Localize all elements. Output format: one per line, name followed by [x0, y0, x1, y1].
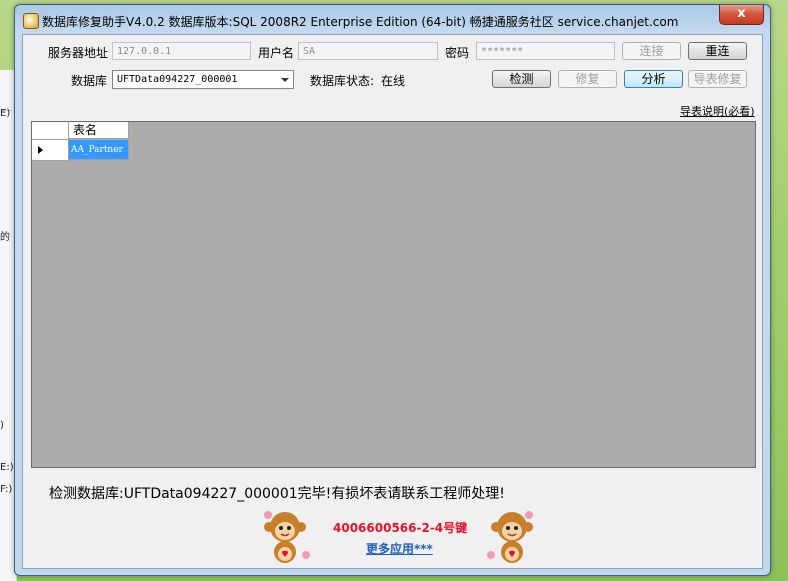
monkey-mascot-icon: [487, 511, 533, 563]
export-repair-button[interactable]: 导表修复: [688, 70, 747, 88]
password-field[interactable]: *******: [476, 42, 615, 60]
current-row-pointer-icon: [38, 146, 43, 154]
client-area: 服务器地址 127.0.0.1 用户名 SA 密码 ******* 连接 重连 …: [22, 34, 763, 569]
more-apps-link[interactable]: 更多应用***: [366, 540, 433, 557]
status-message: 检测数据库:UFTData094227_000001完毕!有损坏表请联系工程师处…: [49, 486, 505, 502]
server-address-field[interactable]: 127.0.0.1: [112, 42, 251, 60]
chevron-down-icon: [281, 78, 289, 82]
repair-button[interactable]: 修复: [558, 70, 617, 88]
bg-text: 的: [0, 232, 10, 243]
reconnect-button[interactable]: 重连: [688, 42, 747, 60]
check-button[interactable]: 检测: [492, 70, 551, 88]
row-header[interactable]: [32, 140, 69, 161]
bg-text: ): [0, 420, 4, 431]
bg-text: E): [0, 108, 11, 119]
export-help-link[interactable]: 导表说明(必看): [680, 103, 755, 119]
db-status-value: 在线: [381, 74, 406, 88]
grid-corner: [32, 122, 69, 140]
connect-button[interactable]: 连接: [622, 42, 681, 60]
database-label: 数据库: [71, 74, 108, 88]
server-label: 服务器地址: [48, 46, 109, 60]
column-header-table-name[interactable]: 表名: [69, 122, 129, 139]
app-icon: [23, 13, 39, 29]
table-grid[interactable]: 表名 AA_Partner: [31, 121, 756, 468]
window-title: 数据库修复助手V4.0.2 数据库版本:SQL 2008R2 Enterpris…: [42, 15, 679, 29]
analyze-button[interactable]: 分析: [624, 70, 683, 88]
monkey-mascot-icon: [264, 511, 310, 563]
title-bar[interactable]: 数据库修复助手V4.0.2 数据库版本:SQL 2008R2 Enterpris…: [15, 5, 770, 35]
bg-text: F:): [0, 484, 13, 495]
database-select-value: UFTData094227_000001: [117, 74, 238, 85]
close-button[interactable]: x: [719, 5, 764, 25]
database-select[interactable]: UFTData094227_000001: [112, 70, 294, 89]
repair-assistant-window: 数据库修复助手V4.0.2 数据库版本:SQL 2008R2 Enterpris…: [14, 4, 771, 576]
username-field[interactable]: SA: [298, 42, 438, 60]
hotline-text: 4006600566-2-4号键: [333, 521, 468, 535]
password-label: 密码: [445, 46, 470, 60]
username-label: 用户名: [258, 46, 295, 60]
db-status-label: 数据库状态:: [310, 74, 375, 88]
bg-text: E:): [0, 462, 14, 473]
table-row[interactable]: AA_Partner: [69, 140, 129, 160]
